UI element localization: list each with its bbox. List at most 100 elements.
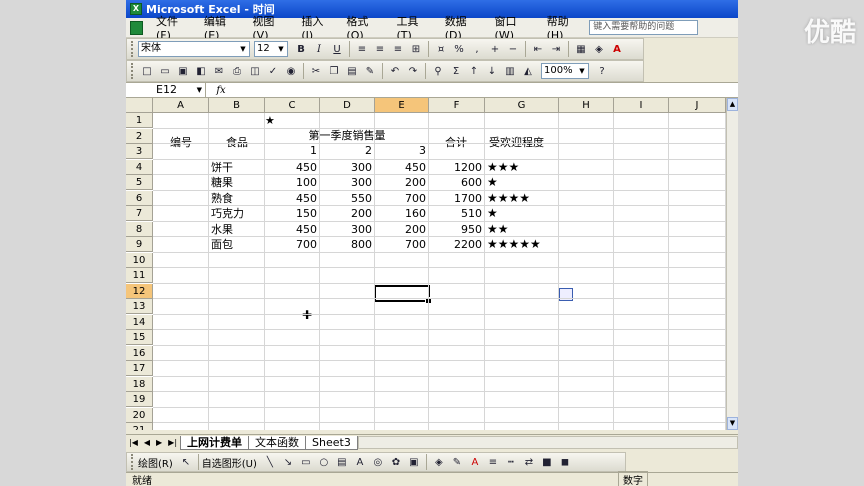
shadow-icon[interactable]: ■ <box>539 454 555 470</box>
align-right-icon[interactable]: ≡ <box>390 41 406 57</box>
cell-q3[interactable]: 700 <box>375 191 429 206</box>
permission-icon[interactable]: ◧ <box>193 63 209 79</box>
cell-q1[interactable]: 100 <box>265 175 320 190</box>
cell-d3[interactable]: 2 <box>320 143 375 158</box>
redo-icon[interactable]: ↷ <box>405 63 421 79</box>
chart-wizard-icon[interactable]: ▥ <box>502 63 518 79</box>
active-cell-e12[interactable] <box>374 285 432 304</box>
formula-input[interactable] <box>236 83 738 97</box>
print-icon[interactable]: ⎙ <box>229 63 245 79</box>
merge-center-icon[interactable]: ⊞ <box>408 41 424 57</box>
undo-icon[interactable]: ↶ <box>387 63 403 79</box>
select-pointer-icon[interactable]: ↖ <box>178 454 194 470</box>
email-icon[interactable]: ✉ <box>211 63 227 79</box>
cell-total[interactable]: 1200 <box>429 160 485 175</box>
fill-color-icon[interactable]: ◈ <box>591 41 607 57</box>
borders-icon[interactable]: ▦ <box>573 41 589 57</box>
cell-q1[interactable]: 450 <box>265 160 320 175</box>
bold-button[interactable]: B <box>293 41 309 57</box>
align-center-icon[interactable]: ≡ <box>372 41 388 57</box>
autosum-icon[interactable]: Σ <box>448 63 464 79</box>
help-search-input[interactable]: 键入需要帮助的问题 <box>589 20 698 35</box>
column-header-i[interactable]: I <box>614 98 669 113</box>
cell-q3[interactable]: 700 <box>375 237 429 252</box>
row-header-15[interactable]: 15 <box>126 330 153 345</box>
tab-next-icon[interactable]: ▶ <box>153 438 165 447</box>
row-header-7[interactable]: 7 <box>126 206 153 221</box>
tab-first-icon[interactable]: |◀ <box>126 438 141 447</box>
horizontal-scrollbar[interactable] <box>358 436 738 449</box>
column-header-h[interactable]: H <box>559 98 614 113</box>
picture-icon[interactable]: ▣ <box>406 454 422 470</box>
cell-popularity[interactable]: ★★★ <box>485 160 559 175</box>
cell-q2[interactable]: 300 <box>320 222 375 237</box>
workbook-icon[interactable] <box>130 20 144 35</box>
sheet-tab-1[interactable]: 上网计费单 <box>180 435 250 450</box>
paste-icon[interactable]: ▤ <box>344 63 360 79</box>
font-name-select[interactable]: 宋体 ▼ <box>138 41 250 57</box>
cell-popularity[interactable]: ★ <box>485 175 559 190</box>
textbox-icon[interactable]: ▤ <box>334 454 350 470</box>
name-box[interactable]: E12 ▼ <box>126 83 206 97</box>
italic-button[interactable]: I <box>311 41 327 57</box>
cell-c2[interactable]: 第一季度销售量 <box>265 128 429 143</box>
row-header-10[interactable]: 10 <box>126 252 153 268</box>
column-header-g[interactable]: G <box>485 98 559 113</box>
row-header-3[interactable]: 3 <box>126 144 153 159</box>
cell-q3[interactable]: 160 <box>375 206 429 221</box>
row-header-19[interactable]: 19 <box>126 392 153 407</box>
research-icon[interactable]: ◉ <box>283 63 299 79</box>
sheet-tab-2[interactable]: 文本函数 <box>248 435 307 450</box>
decrease-decimal-icon[interactable]: − <box>505 41 521 57</box>
new-icon[interactable]: □ <box>139 63 155 79</box>
scroll-down-icon[interactable]: ▼ <box>727 417 738 430</box>
cell-q3[interactable]: 200 <box>375 175 429 190</box>
row-header-9[interactable]: 9 <box>126 237 153 252</box>
row-header-11[interactable]: 11 <box>126 268 153 283</box>
hyperlink-icon[interactable]: ⚲ <box>430 63 446 79</box>
cell-total[interactable]: 1700 <box>429 191 485 206</box>
toolbar-grip[interactable] <box>131 454 134 470</box>
autoshapes-button[interactable]: 自选图形(U) <box>202 455 257 470</box>
cell-popularity[interactable]: ★★★★ <box>485 191 559 206</box>
cell-q2[interactable]: 300 <box>320 160 375 175</box>
row-header-17[interactable]: 17 <box>126 361 153 376</box>
cell-q1[interactable]: 450 <box>265 222 320 237</box>
cell-food[interactable]: 面包 <box>209 237 265 252</box>
column-header-b[interactable]: B <box>209 98 265 113</box>
spelling-icon[interactable]: ✓ <box>265 63 281 79</box>
row-header-2[interactable]: 2 <box>126 128 153 144</box>
font-color-icon[interactable]: A <box>609 41 625 57</box>
cell-food[interactable]: 水果 <box>209 222 265 237</box>
font-size-select[interactable]: 12 ▼ <box>254 41 288 57</box>
row-header-16[interactable]: 16 <box>126 345 153 361</box>
column-header-a[interactable]: A <box>153 98 209 113</box>
oval-icon[interactable]: ○ <box>316 454 332 470</box>
increase-indent-icon[interactable]: ⇥ <box>548 41 564 57</box>
fx-icon[interactable]: fx <box>206 85 236 96</box>
help-icon[interactable]: ? <box>594 63 610 79</box>
cell-food[interactable]: 糖果 <box>209 175 265 190</box>
worksheet-grid[interactable]: ★ 编号 食品 第一季度销售量 合计 受欢迎程度 1 2 3 饼干 450 300 4… <box>126 98 726 430</box>
font-color-icon[interactable]: A <box>467 454 483 470</box>
cell-q3[interactable]: 200 <box>375 222 429 237</box>
draw-menu-button[interactable]: 绘图(R) <box>138 455 173 470</box>
row-header-18[interactable]: 18 <box>126 376 153 392</box>
row-header-21[interactable]: 21 <box>126 423 153 430</box>
row-header-5[interactable]: 5 <box>126 175 153 190</box>
cell-popularity[interactable]: ★★ <box>485 222 559 237</box>
percent-icon[interactable]: % <box>451 41 467 57</box>
open-icon[interactable]: ▭ <box>157 63 173 79</box>
drawing-icon[interactable]: ◭ <box>520 63 536 79</box>
row-header-20[interactable]: 20 <box>126 407 153 423</box>
cell-q2[interactable]: 200 <box>320 206 375 221</box>
increase-decimal-icon[interactable]: + <box>487 41 503 57</box>
clipart-icon[interactable]: ✿ <box>388 454 404 470</box>
toolbar-grip[interactable] <box>131 63 134 79</box>
tab-prev-icon[interactable]: ◀ <box>141 438 153 447</box>
cell-q1[interactable]: 700 <box>265 237 320 252</box>
underline-button[interactable]: U <box>329 41 345 57</box>
line-icon[interactable]: ╲ <box>262 454 278 470</box>
select-all-corner[interactable] <box>126 98 153 113</box>
row-header-13[interactable]: 13 <box>126 299 153 314</box>
